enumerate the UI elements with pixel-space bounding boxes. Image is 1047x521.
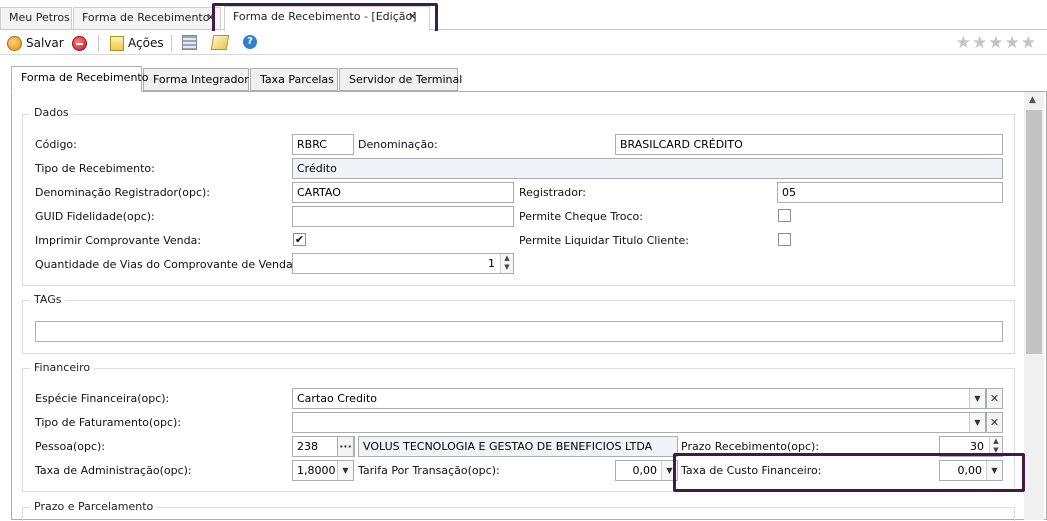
actions-label: Ações — [128, 36, 164, 50]
guid-fidelidade-field[interactable] — [292, 206, 514, 227]
cancel-button[interactable] — [72, 34, 87, 52]
tab-taxa-parcelas[interactable]: Taxa Parcelas — [250, 68, 338, 91]
toolbar-separator — [171, 35, 172, 52]
tab-forma-recebimento[interactable]: Forma de Recebimento — [11, 66, 148, 92]
chevron-down-icon[interactable]: ▼ — [337, 461, 353, 480]
scrollbar-thumb[interactable] — [1026, 110, 1042, 354]
actions-icon — [110, 35, 124, 51]
highlight-box-taxa-custo — [673, 453, 1025, 492]
notes-icon[interactable] — [210, 35, 230, 50]
quantidade-vias-spinner[interactable]: ▲ ▼ — [500, 254, 513, 273]
pessoa-label: Pessoa(opc): — [35, 440, 105, 453]
tipo-recebimento-label: Tipo de Recebimento: — [35, 162, 155, 175]
grid-icon[interactable] — [182, 35, 197, 50]
denominacao-field[interactable]: BRASILCARD CRÉDITO — [615, 134, 1003, 155]
permite-liquidar-label: Permite Liquidar Titulo Cliente: — [519, 234, 689, 247]
doc-tab-meu-petros[interactable]: Meu Petros — [0, 7, 72, 29]
taxa-administracao-value: 1,8000 — [297, 464, 336, 477]
denominacao-registrador-field[interactable]: CARTAO — [292, 182, 514, 203]
tab-label: Servidor de Terminal — [349, 73, 463, 86]
tab-forma-integrador[interactable]: Forma Integrador — [143, 68, 249, 91]
tab-label: Taxa Parcelas — [260, 73, 334, 86]
actions-button[interactable]: Ações — [110, 34, 164, 52]
rating-stars[interactable]: ★★★★★ — [956, 33, 1037, 53]
permite-liquidar-checkbox[interactable] — [778, 233, 791, 246]
chevron-down-icon[interactable]: ▼ — [969, 389, 985, 408]
imprimir-comprovante-checkbox[interactable]: ✔ — [293, 233, 306, 246]
chevron-down-icon[interactable]: ▼ — [969, 413, 985, 432]
tab-servidor-terminal[interactable]: Servidor de Terminal — [339, 68, 462, 91]
especie-financeira-select[interactable]: Cartao Credito — [292, 388, 986, 409]
tarifa-transacao-label: Tarifa Por Transação(opc): — [358, 464, 500, 477]
help-icon[interactable]: ? — [243, 35, 257, 49]
save-label: Salvar — [26, 36, 64, 50]
toolbar-separator — [98, 35, 99, 52]
tags-field[interactable] — [35, 321, 1003, 342]
guid-fidelidade-label: GUID Fidelidade(opc): — [35, 210, 155, 223]
prazo-recebimento-label: Prazo Recebimento(opc): — [681, 440, 820, 453]
tarifa-transacao-value: 0,00 — [632, 464, 658, 477]
registrador-label: Registrador: — [519, 186, 587, 199]
quantidade-vias-label: Quantidade de Vias do Comprovante de Ven… — [35, 258, 325, 271]
denominacao-label: Denominação: — [358, 138, 438, 151]
codigo-field[interactable]: RBRC — [292, 134, 354, 155]
stop-icon — [72, 35, 87, 51]
taxa-administracao-label: Taxa de Administração(opc): — [35, 464, 192, 477]
imprimir-comprovante-label: Imprimir Comprovante Venda: — [35, 234, 202, 247]
prazo-recebimento-value: 30 — [970, 440, 984, 453]
clear-icon[interactable]: ✕ — [986, 388, 1003, 409]
quantidade-vias-field[interactable]: 1 — [292, 253, 514, 274]
check-icon: ✔ — [294, 233, 305, 246]
ellipsis-icon[interactable]: ··· — [337, 436, 354, 457]
tab-label: Forma Integrador — [153, 73, 249, 86]
pessoa-name-field: VOLUS TECNOLOGIA E GESTAO DE BENEFICIOS … — [358, 436, 678, 457]
quantidade-vias-value: 1 — [488, 257, 495, 270]
tipo-recebimento-field: Crédito — [292, 158, 1003, 179]
save-icon — [7, 35, 22, 51]
financeiro-title: Financeiro — [30, 361, 95, 374]
permite-cheque-troco-label: Permite Cheque Troco: — [519, 210, 643, 223]
prazo-parcelamento-group — [22, 507, 1015, 521]
scroll-up-icon[interactable]: ▲ — [1029, 95, 1036, 105]
pessoa-code-value: 238 — [297, 440, 318, 453]
tags-title: TAGs — [30, 293, 66, 306]
doc-tab-label: Meu Petros — [9, 11, 70, 24]
denominacao-registrador-label: Denominação Registrador(opc): — [35, 186, 210, 199]
tipo-faturamento-select[interactable] — [292, 412, 986, 433]
tipo-faturamento-label: Tipo de Faturamento(opc): — [35, 416, 182, 429]
prazo-parcelamento-title: Prazo e Parcelamento — [30, 500, 158, 513]
permite-cheque-troco-checkbox[interactable] — [778, 209, 791, 222]
registrador-field[interactable]: 05 — [777, 182, 1003, 203]
clear-icon[interactable]: ✕ — [986, 412, 1003, 433]
codigo-label: Código: — [35, 138, 77, 151]
tab-label: Forma de Recebimento — [21, 71, 149, 84]
save-button[interactable]: Salvar — [7, 34, 64, 52]
especie-financeira-value: Cartao Credito — [297, 392, 378, 405]
doc-tab-forma-recebimento[interactable]: Forma de Recebimento ✕ — [73, 7, 221, 29]
doc-tab-label: Forma de Recebimento — [82, 11, 210, 24]
especie-financeira-label: Espécie Financeira(opc): — [35, 392, 170, 405]
dados-title: Dados — [30, 106, 73, 119]
